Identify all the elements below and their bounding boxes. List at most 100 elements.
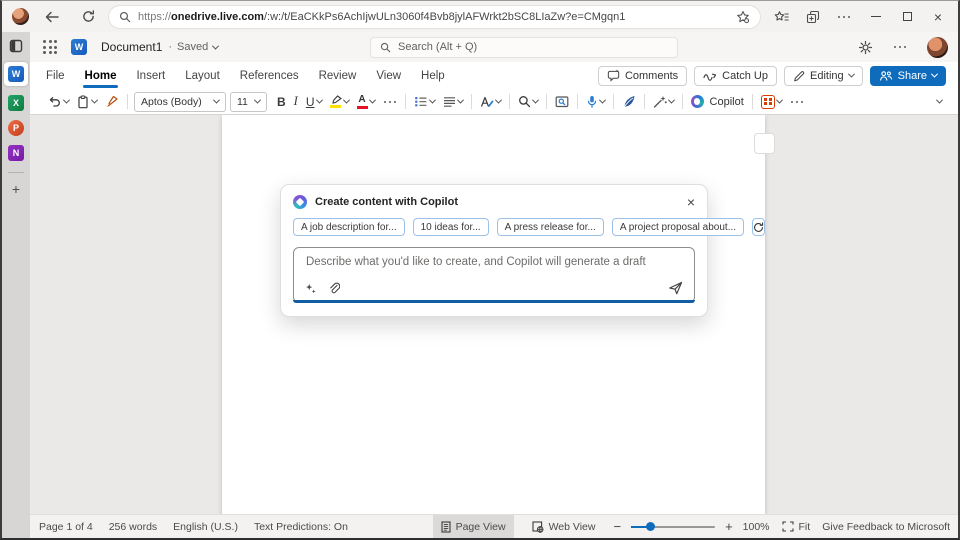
copilot-dialog-header: Create content with Copilot ×	[281, 185, 707, 217]
sidebar-item-excel[interactable]: X	[8, 95, 24, 111]
styles-button[interactable]	[480, 95, 501, 108]
comments-button[interactable]: Comments	[598, 66, 687, 86]
close-icon[interactable]: ×	[934, 10, 942, 24]
maximize-icon[interactable]	[903, 12, 912, 21]
feedback-link[interactable]: Give Feedback to Microsoft	[822, 521, 950, 533]
share-button[interactable]: Share	[870, 66, 946, 86]
zoom-slider[interactable]	[631, 526, 715, 528]
underline-button[interactable]: U	[306, 95, 322, 109]
editing-mode-button[interactable]: Editing	[784, 66, 863, 86]
browser-action-icons	[774, 10, 851, 24]
highlight-color-button[interactable]	[330, 95, 349, 108]
window-controls: ×	[871, 10, 942, 24]
font-color-button[interactable]: A	[357, 95, 375, 109]
add-ins-button[interactable]	[761, 95, 782, 109]
word-logo-icon[interactable]: W	[71, 39, 87, 55]
collections-icon[interactable]	[806, 10, 820, 24]
tab-insert[interactable]: Insert	[135, 67, 166, 85]
save-status[interactable]: · Saved	[168, 41, 218, 53]
chevron-down-icon	[598, 97, 605, 104]
suggestion-chip[interactable]: 10 ideas for...	[413, 218, 489, 236]
send-icon[interactable]	[668, 281, 683, 295]
address-bar[interactable]: https://onedrive.live.com/:w:/t/EaCKkPs6…	[109, 6, 760, 28]
status-left: Page 1 of 4 256 words English (U.S.) Tex…	[39, 521, 348, 533]
copilot-prompt-box	[293, 247, 695, 303]
add-app-button[interactable]: +	[12, 182, 20, 196]
header-more-icon[interactable]	[893, 45, 907, 49]
tab-layout[interactable]: Layout	[184, 67, 221, 85]
collapse-ribbon-button[interactable]	[937, 99, 942, 104]
zoom-slider-thumb[interactable]	[646, 522, 655, 531]
margin-comment-button[interactable]	[754, 133, 775, 154]
text-predictions-status[interactable]: Text Predictions: On	[254, 521, 348, 533]
tab-home[interactable]: Home	[84, 67, 118, 85]
sparkle-icon[interactable]	[305, 283, 317, 295]
fit-button[interactable]: Fit	[780, 515, 813, 538]
browser-menu-icon[interactable]	[837, 15, 851, 19]
attach-paperclip-icon[interactable]	[328, 282, 340, 295]
pencil-icon	[793, 70, 805, 82]
undo-button[interactable]	[48, 95, 69, 108]
sidebar-item-powerpoint[interactable]: P	[8, 120, 24, 136]
paste-button[interactable]	[77, 95, 97, 109]
format-painter-button[interactable]	[105, 95, 119, 108]
find-button[interactable]	[518, 95, 538, 108]
search-placeholder: Search (Alt + Q)	[398, 41, 477, 53]
sidebar-item-word[interactable]: W	[4, 62, 28, 86]
language-status[interactable]: English (U.S.)	[173, 521, 238, 533]
refresh-button[interactable]	[77, 6, 99, 28]
tab-help[interactable]: Help	[420, 67, 446, 85]
tab-view[interactable]: View	[375, 67, 402, 85]
editor-button[interactable]	[622, 95, 636, 108]
more-font-options-button[interactable]	[383, 100, 397, 104]
zoom-out-button[interactable]: −	[613, 520, 621, 533]
font-name-select[interactable]: Aptos (Body)	[134, 92, 226, 112]
search-icon	[119, 11, 131, 23]
tab-file[interactable]: File	[45, 67, 66, 85]
bold-button[interactable]: B	[277, 95, 286, 109]
copilot-prompt-input[interactable]	[294, 248, 694, 278]
add-favorite-icon[interactable]	[736, 10, 750, 24]
account-avatar[interactable]	[927, 37, 948, 58]
reading-preview-button[interactable]	[555, 95, 569, 108]
zoom-in-button[interactable]: +	[725, 520, 733, 533]
close-icon[interactable]: ×	[687, 195, 695, 209]
divider	[405, 94, 406, 109]
tab-references[interactable]: References	[239, 67, 300, 85]
divider	[577, 94, 578, 109]
back-button[interactable]	[41, 6, 63, 28]
toolbar-overflow-button[interactable]	[790, 100, 804, 104]
search-box[interactable]: Search (Alt + Q)	[370, 37, 678, 58]
catch-up-button[interactable]: Catch Up	[694, 66, 777, 86]
favorites-icon[interactable]	[774, 10, 789, 24]
page-view-button[interactable]: Page View	[433, 515, 514, 538]
sidebar-panel-icon[interactable]	[9, 39, 23, 53]
page-count-status[interactable]: Page 1 of 4	[39, 521, 93, 533]
refresh-suggestions-button[interactable]	[752, 218, 765, 236]
browser-profile-avatar[interactable]	[12, 8, 29, 25]
chevron-down-icon	[315, 97, 322, 104]
copilot-button[interactable]: Copilot	[691, 95, 744, 108]
italic-button[interactable]: I	[294, 94, 298, 109]
tab-review[interactable]: Review	[318, 67, 358, 85]
app-launcher-icon[interactable]	[43, 40, 57, 54]
suggestion-chip[interactable]: A job description for...	[293, 218, 405, 236]
zoom-level[interactable]: 100%	[743, 521, 770, 533]
suggestion-chip[interactable]: A press release for...	[497, 218, 604, 236]
bullet-list-button[interactable]	[414, 95, 435, 108]
dictate-button[interactable]	[586, 95, 605, 109]
minimize-icon[interactable]	[871, 16, 881, 17]
web-view-button[interactable]: Web View	[524, 515, 604, 538]
word-count-status[interactable]: 256 words	[109, 521, 157, 533]
suggestion-chip[interactable]: A project proposal about...	[612, 218, 744, 236]
font-size-select[interactable]: 11	[230, 92, 267, 112]
sidebar-item-onenote[interactable]: N	[8, 145, 24, 161]
alignment-button[interactable]	[443, 96, 463, 108]
document-title[interactable]: Document1	[101, 40, 162, 54]
divider	[613, 94, 614, 109]
settings-gear-icon[interactable]	[858, 40, 873, 55]
auto-format-wand-button[interactable]	[653, 95, 674, 108]
chevron-down-icon	[368, 97, 375, 104]
header-right	[858, 37, 948, 58]
ribbon-tab-bar: File Home Insert Layout References Revie…	[30, 62, 958, 89]
